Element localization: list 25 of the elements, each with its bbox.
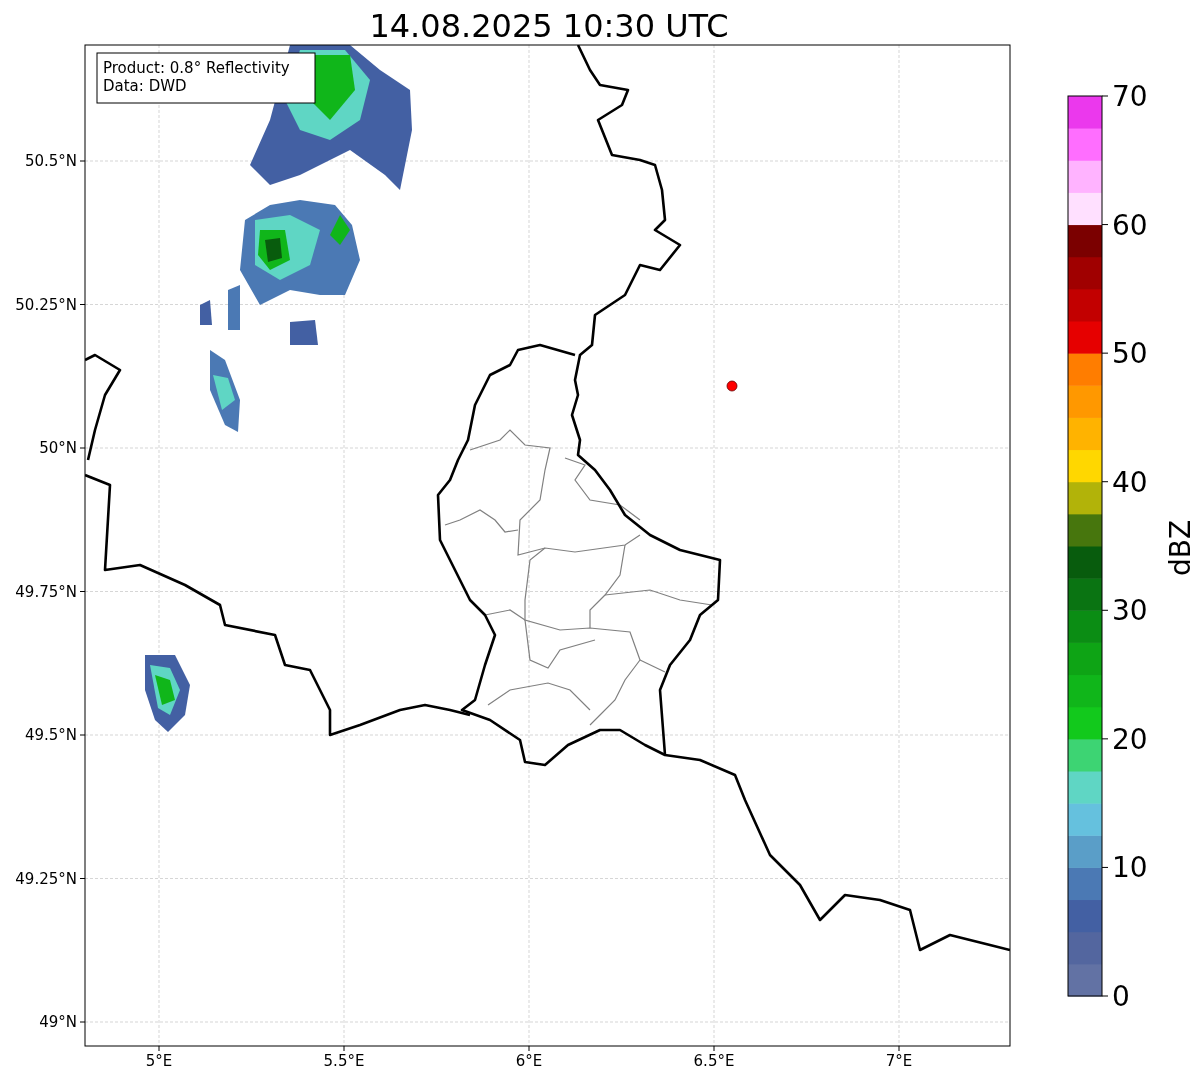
colorbar-tick-label: 40	[1112, 465, 1148, 499]
colorbar-tick-label: 20	[1112, 722, 1148, 756]
colorbar-tick-label: 60	[1112, 208, 1148, 242]
chart-title: 14.08.2025 10:30 UTC	[369, 7, 729, 45]
axis-label: 50°N	[39, 439, 77, 457]
colorbar-tick-label: 0	[1112, 980, 1130, 1013]
station-marker	[726, 380, 738, 392]
axis-label: 50.5°N	[24, 152, 77, 170]
colorbar-tick-label: 10	[1112, 851, 1148, 885]
axis-label: 6°E	[515, 1052, 543, 1070]
colorbar-tick-label: 30	[1112, 594, 1148, 628]
axis-label: 49°N	[39, 1013, 77, 1031]
axis-label: 49.75°N	[15, 582, 77, 601]
axis-label: 5.5°E	[323, 1052, 365, 1070]
colorbar-tick-label: 50	[1112, 337, 1148, 371]
axis-label: 50.25°N	[15, 295, 77, 314]
axis-label: 49.5°N	[24, 726, 77, 744]
info-text: Product: 0.8° Reflectivity	[103, 59, 290, 77]
colorbar-tick-label: 70	[1112, 80, 1148, 113]
axis-label: 6.5°E	[693, 1052, 735, 1070]
info-text: Data: DWD	[103, 77, 187, 95]
colorbar-label: dBZ	[1164, 519, 1197, 577]
axis-label: 7°E	[885, 1052, 913, 1070]
axis-label: 49.25°N	[15, 869, 77, 888]
axis-label: 5°E	[145, 1052, 173, 1070]
